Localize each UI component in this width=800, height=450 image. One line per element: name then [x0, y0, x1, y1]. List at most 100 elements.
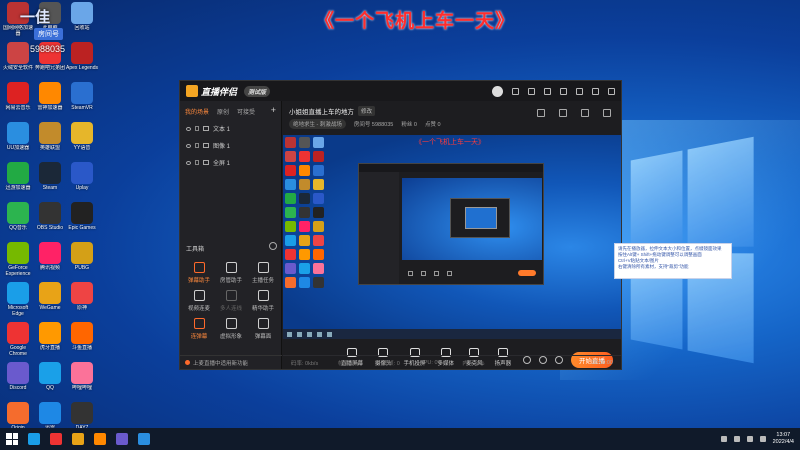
layout-icon[interactable] — [537, 109, 545, 117]
app-icon — [7, 402, 29, 424]
desktop-icon[interactable]: UU加速器 — [2, 122, 34, 162]
desktop-icon[interactable]: YY语音 — [66, 122, 98, 162]
add-scene-icon[interactable]: + — [271, 106, 276, 116]
tab-original[interactable]: 原创 — [217, 107, 229, 116]
language-icon[interactable] — [759, 436, 766, 442]
preview-icon — [313, 263, 324, 274]
nested-left-pane — [359, 172, 399, 284]
desktop-icon[interactable]: SteamVR — [66, 82, 98, 122]
edit-room-button[interactable]: 修改 — [358, 106, 376, 116]
expand-icon[interactable] — [603, 109, 611, 117]
desktop-icon-label: Epic Games — [68, 225, 96, 231]
gift-icon[interactable] — [528, 87, 535, 95]
menu-icon[interactable] — [560, 87, 567, 95]
desktop-icon[interactable]: 英雄联盟 — [34, 122, 66, 162]
preview-icon — [299, 151, 310, 162]
tool-item[interactable]: 虚拟形象 — [215, 315, 247, 343]
tool-item[interactable]: 主播任务 — [247, 259, 279, 287]
tool-item[interactable]: 弹幕助手 — [183, 259, 215, 287]
share-icon[interactable] — [559, 109, 567, 117]
desktop-icon[interactable]: WeGame — [34, 282, 66, 322]
taskbar-app-icon[interactable] — [94, 433, 106, 445]
category-badge[interactable]: 绝地求生 - 刺激战场 — [289, 119, 346, 129]
screen-source-icon — [203, 160, 209, 165]
network-icon[interactable] — [733, 436, 740, 442]
stat-item: 帧率: 0fps — [338, 360, 363, 367]
taskbar-app-icon[interactable] — [50, 433, 62, 445]
tool-item[interactable]: 多人连线 — [215, 287, 247, 315]
source-item[interactable]: 文本 1 — [180, 120, 281, 137]
eye-icon[interactable] — [186, 160, 191, 165]
source-item[interactable]: 图像 1 — [180, 137, 281, 154]
bottom-status[interactable]: 上麦直播中适用新功能 — [180, 355, 282, 369]
toolbox-grid: 弹幕助手 房管助手 主播任务视频连麦 多人连线 精华助手连弹幕 虚拟形象 弹幕面 — [183, 259, 279, 343]
source-item[interactable]: 全屏 1 — [180, 154, 281, 171]
start-button[interactable] — [6, 433, 18, 445]
close-icon[interactable] — [608, 87, 615, 95]
minimize-icon[interactable] — [576, 87, 583, 95]
desktop-icon[interactable]: 回收站 — [66, 2, 98, 42]
desktop-icon[interactable]: QQ — [34, 362, 66, 402]
tool-item[interactable]: 视频连麦 — [183, 287, 215, 315]
app-icon — [7, 82, 29, 104]
desktop-icon[interactable]: Google Chrome — [2, 322, 34, 362]
desktop-icon[interactable]: Epic Games — [66, 202, 98, 242]
maximize-icon[interactable] — [592, 87, 599, 95]
desktop-icon[interactable]: 原神 — [66, 282, 98, 322]
tool-icon — [193, 262, 205, 273]
preview-taskbar-icon — [327, 331, 332, 337]
taskbar-app-icon[interactable] — [138, 433, 150, 445]
preview-icon — [299, 277, 310, 288]
desktop-icon[interactable]: 迅游加速器 — [2, 162, 34, 202]
taskbar-app-icon[interactable] — [72, 433, 84, 445]
desktop-icon[interactable]: 雷神加速器 — [34, 82, 66, 122]
desktop-icon[interactable]: 腾讯视频 — [34, 242, 66, 282]
lock-icon[interactable] — [195, 160, 199, 165]
desktop-icon[interactable]: Discord — [2, 362, 34, 402]
tool-item[interactable]: 房管助手 — [215, 259, 247, 287]
eye-icon[interactable] — [186, 126, 191, 131]
tray-icon[interactable] — [720, 436, 727, 442]
message-icon[interactable] — [512, 87, 519, 95]
settings-icon[interactable] — [544, 87, 551, 95]
tool-item[interactable]: 精华助手 — [247, 287, 279, 315]
room-meta-item: 房间号 5988035 — [353, 122, 394, 128]
avatar[interactable] — [492, 85, 503, 97]
preview-icon — [299, 249, 310, 260]
lock-icon[interactable] — [195, 143, 199, 148]
desktop-icon[interactable]: Steam — [34, 162, 66, 202]
titlebar-controls — [492, 85, 615, 97]
desktop-icon-label: WeGame — [39, 305, 61, 311]
desktop-icon[interactable]: Microsoft Edge — [2, 282, 34, 322]
tool-item[interactable]: 连弹幕 — [183, 315, 215, 343]
preview-icon — [299, 179, 310, 190]
desktop-icon-label: YY语音 — [73, 145, 91, 151]
desktop-icon[interactable]: GeForce Experience — [2, 242, 34, 282]
desktop-icon[interactable]: PUBG — [66, 242, 98, 282]
tab-acceptable[interactable]: 可接受 — [237, 107, 255, 116]
taskbar-app-icon[interactable] — [28, 433, 40, 445]
tab-my-scenes[interactable]: 我的场景 — [185, 107, 209, 116]
desktop-icon[interactable]: Uplay — [66, 162, 98, 202]
taskbar-app-icon[interactable] — [116, 433, 128, 445]
live-preview[interactable]: 《一个飞机上车一天》 — [283, 135, 621, 339]
clock[interactable]: 13:07 2022/4/4 — [773, 432, 794, 446]
toolbox-more-icon[interactable] — [269, 242, 277, 250]
app-icon — [71, 402, 93, 424]
volume-icon[interactable] — [746, 436, 753, 442]
preview-icon — [299, 165, 310, 176]
desktop-icon[interactable]: Apex Legends — [66, 42, 98, 82]
desktop-icon[interactable]: 网易云音乐 — [2, 82, 34, 122]
desktop-icon[interactable]: OBS Studio — [34, 202, 66, 242]
desktop-icon[interactable]: QQ音乐 — [2, 202, 34, 242]
download-icon[interactable] — [581, 109, 589, 117]
desktop-icon[interactable]: 斗鱼直播 — [66, 322, 98, 362]
taskbar-apps — [28, 433, 150, 445]
desktop-icon[interactable]: 哔哩哔哩 — [66, 362, 98, 402]
tool-item[interactable]: 弹幕面 — [247, 315, 279, 343]
eye-icon[interactable] — [186, 143, 191, 148]
tool-label: 弹幕面 — [254, 334, 272, 340]
lock-icon[interactable] — [195, 126, 199, 131]
app-icon — [71, 362, 93, 384]
desktop-icon[interactable]: 虎牙直播 — [34, 322, 66, 362]
